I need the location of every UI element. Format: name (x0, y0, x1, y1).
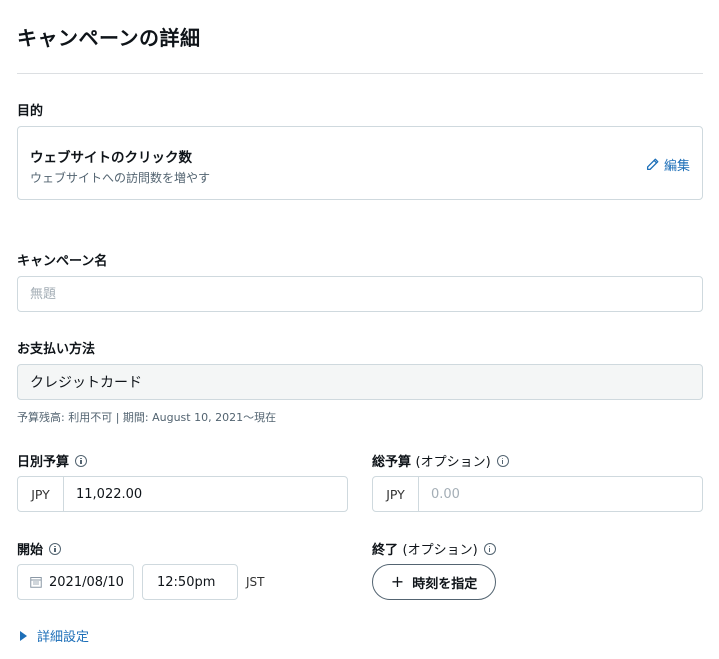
objective-label: 目的 (17, 104, 44, 119)
end-label-text: 終了 (372, 543, 399, 558)
start-time-picker[interactable]: 12:50pm (142, 564, 238, 600)
page-title: キャンペーンの詳細 (17, 26, 201, 50)
start-label-text: 開始 (17, 543, 44, 558)
daily-budget-label: 日別予算 (17, 451, 88, 470)
end-label: 終了 (オプション) (372, 539, 496, 558)
payment-method-value: クレジットカード (30, 375, 142, 391)
budget-note: 予算残高: 利用不可 | 期間: August 10, 2021〜現在 (17, 411, 277, 424)
total-budget-label: 総予算 (オプション) (372, 451, 509, 470)
objective-title: ウェブサイトのクリック数 (30, 150, 192, 166)
divider (17, 73, 703, 74)
pencil-icon (646, 158, 659, 171)
start-label: 開始 (17, 539, 62, 558)
daily-budget-currency: JPY (18, 477, 64, 511)
start-time-value: 12:50pm (157, 574, 216, 590)
payment-method-select[interactable]: クレジットカード (17, 364, 703, 400)
set-end-time-label: 時刻を指定 (412, 576, 478, 592)
caret-right-icon (20, 630, 27, 641)
daily-budget-field: JPY (17, 476, 348, 512)
total-budget-field: JPY (372, 476, 703, 512)
objective-card: ウェブサイトのクリック数 ウェブサイトへの訪問数を増やす 編集 (17, 126, 703, 200)
total-budget-label-text: 総予算 (372, 455, 412, 470)
info-icon[interactable] (49, 543, 62, 555)
calendar-icon (30, 577, 42, 588)
total-budget-optional: (オプション) (415, 455, 491, 470)
timezone-label: JST (246, 575, 265, 589)
start-date-picker[interactable]: 2021/08/10 (17, 564, 134, 600)
advanced-settings-label: 詳細設定 (37, 630, 90, 645)
end-optional: (オプション) (402, 543, 478, 558)
campaign-name-label: キャンペーン名 (17, 254, 108, 269)
start-date-value: 2021/08/10 (49, 574, 124, 590)
set-end-time-button[interactable]: + 時刻を指定 (372, 564, 496, 600)
info-icon[interactable] (75, 455, 88, 467)
campaign-name-field-wrapper (17, 276, 703, 312)
payment-method-label: お支払い方法 (17, 342, 96, 357)
plus-icon: + (390, 572, 405, 591)
edit-objective-link[interactable]: 編集 (646, 155, 690, 174)
total-budget-input[interactable] (419, 477, 702, 511)
daily-budget-input[interactable] (64, 477, 347, 511)
info-icon[interactable] (483, 543, 496, 555)
edit-label: 編集 (663, 159, 690, 174)
info-icon[interactable] (496, 455, 509, 467)
advanced-settings-toggle[interactable]: 詳細設定 (20, 626, 89, 645)
total-budget-currency: JPY (373, 477, 419, 511)
daily-budget-label-text: 日別予算 (17, 455, 70, 470)
objective-subtitle: ウェブサイトへの訪問数を増やす (30, 171, 211, 185)
campaign-name-input[interactable] (18, 277, 702, 311)
